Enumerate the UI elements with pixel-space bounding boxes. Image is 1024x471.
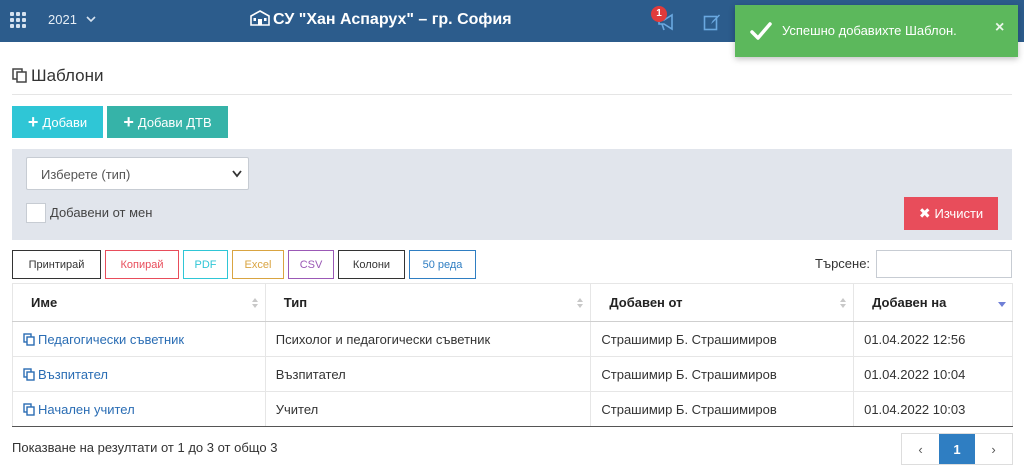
added-by-cell: Страшимир Б. Страшимиров (590, 356, 855, 392)
column-header-label: Име (31, 295, 58, 310)
column-header-label: Добавен от (609, 295, 683, 310)
add-button-label: Добави (42, 114, 88, 130)
template-link[interactable]: Възпитател (23, 367, 108, 382)
column-header-label: Тип (283, 295, 308, 310)
table-row: Начален учител Учител Страшимир Б. Страш… (12, 391, 1013, 427)
notification-badge[interactable]: 1 (651, 6, 667, 22)
type-cell: Учител (264, 391, 592, 427)
added-by-me-label: Добавени от мен (50, 205, 153, 220)
csv-button[interactable]: CSV (288, 250, 334, 279)
template-link[interactable]: Педагогически съветник (23, 332, 184, 347)
print-button[interactable]: Принтирай (12, 250, 101, 279)
close-icon[interactable]: × (995, 19, 1004, 37)
copy-icon (23, 402, 35, 416)
filter-panel: Изберете (тип) Добавени от мен ✖ Изчисти (12, 149, 1012, 240)
templates-table: Име Тип Добавен от Добавен на Педагогиче… (12, 283, 1013, 427)
chevron-down-icon[interactable] (86, 14, 96, 24)
template-name: Педагогически съветник (38, 331, 185, 347)
pdf-button[interactable]: PDF (183, 250, 228, 279)
column-header-added-on[interactable]: Добавен на (853, 283, 1013, 322)
page-title: Шаблони (12, 66, 103, 86)
copy-button[interactable]: Копирай (105, 250, 179, 279)
type-cell: Психолог и педагогически съветник (264, 321, 592, 357)
column-header-label: Добавен на (872, 295, 947, 310)
sort-icon (251, 298, 258, 308)
type-select[interactable]: Изберете (тип) (26, 157, 249, 190)
edit-icon[interactable] (703, 13, 721, 31)
added-on-cell: 01.04.2022 10:04 (853, 356, 1013, 392)
name-cell: Педагогически съветник (12, 321, 266, 357)
template-link[interactable]: Начален учител (23, 402, 135, 417)
add-template-button[interactable]: + Добави (12, 106, 103, 138)
template-name: Възпитател (38, 366, 109, 382)
times-icon: ✖ (918, 205, 931, 221)
toast-message: Успешно добавихте Шаблон. (782, 23, 957, 38)
plus-icon: + (123, 112, 134, 132)
template-name: Начален учител (38, 401, 135, 417)
type-cell: Възпитател (264, 356, 592, 392)
table-row: Педагогически съветник Психолог и педаго… (12, 321, 1013, 357)
copy-icon (23, 332, 35, 346)
added-by-cell: Страшимир Б. Страшимиров (590, 321, 855, 357)
pagination: ‹ 1 › (901, 433, 1013, 465)
columns-button[interactable]: Колони (338, 250, 405, 279)
year-selector[interactable]: 2021 (48, 12, 77, 27)
school-name: СУ "Хан Аспарух" – гр. София (273, 11, 512, 28)
table-header-row: Име Тип Добавен от Добавен на (12, 283, 1013, 322)
next-page-button[interactable]: › (975, 434, 1012, 464)
type-select-value: Изберете (тип) (41, 167, 131, 182)
results-info: Показване на резултати от 1 до 3 от общо… (12, 440, 278, 455)
added-by-me-checkbox[interactable] (26, 203, 46, 223)
school-title: СУ "Хан Аспарух" – гр. София (250, 10, 512, 29)
check-icon (750, 22, 772, 40)
column-header-added-by[interactable]: Добавен от (590, 283, 855, 322)
rows-per-page-button[interactable]: 50 реда (409, 250, 476, 279)
added-by-cell: Страшимир Б. Страшимиров (590, 391, 855, 427)
sort-icon (840, 298, 847, 308)
add-dtv-button[interactable]: + Добави ДТВ (107, 106, 228, 138)
name-cell: Възпитател (12, 356, 266, 392)
chevron-down-icon (232, 170, 242, 178)
sort-icon (577, 298, 584, 308)
add-dtv-button-label: Добави ДТВ (137, 114, 212, 130)
apps-grid-icon[interactable] (10, 12, 26, 28)
search-input[interactable] (876, 250, 1012, 278)
table-row: Възпитател Възпитател Страшимир Б. Страш… (12, 356, 1013, 392)
clear-filters-button[interactable]: ✖ Изчисти (904, 197, 998, 230)
copy-icon (23, 367, 35, 381)
sort-desc-icon (998, 302, 1006, 307)
clear-button-label: Изчисти (934, 206, 984, 221)
added-on-cell: 01.04.2022 10:03 (853, 391, 1013, 427)
school-icon (250, 10, 270, 26)
column-header-name[interactable]: Име (12, 283, 266, 322)
page-title-text: Шаблони (31, 66, 104, 85)
divider (12, 94, 1012, 95)
copy-icon (12, 68, 27, 83)
column-header-type[interactable]: Тип (264, 283, 592, 322)
page-1-button[interactable]: 1 (939, 434, 975, 464)
prev-page-button[interactable]: ‹ (902, 434, 939, 464)
search-label: Търсене: (815, 256, 871, 271)
plus-icon: + (27, 112, 39, 132)
success-toast: Успешно добавихте Шаблон. × (735, 5, 1018, 57)
name-cell: Начален учител (12, 391, 266, 427)
added-on-cell: 01.04.2022 12:56 (853, 321, 1013, 357)
excel-button[interactable]: Excel (232, 250, 284, 279)
